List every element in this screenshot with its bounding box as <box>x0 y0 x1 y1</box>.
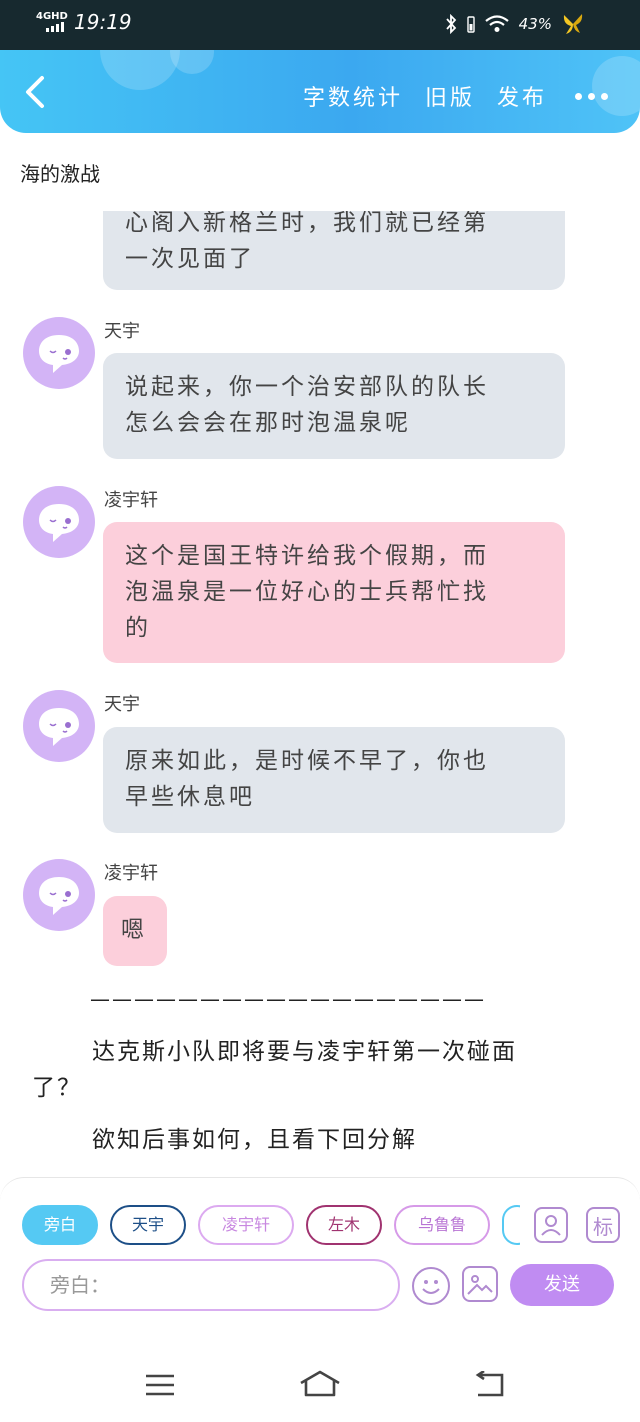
menu-icon[interactable] <box>144 1373 176 1397</box>
chat-face-icon <box>39 708 79 746</box>
dialogue-input[interactable]: 旁白： <box>22 1259 400 1311</box>
message-line: 嗯 <box>121 917 147 943</box>
battery-level: 43% <box>518 15 552 33</box>
speaker-name: 凌宇轩 <box>104 863 158 884</box>
header-actions: 字数统计 旧版 发布 <box>303 80 608 112</box>
avatar[interactable] <box>23 317 95 389</box>
butterfly-icon <box>563 14 583 34</box>
message-line: 一次见面了 <box>125 246 255 272</box>
avatar[interactable] <box>23 690 95 762</box>
speaker-name: 天宇 <box>104 694 140 715</box>
app-header: 字数统计 旧版 发布 <box>0 50 640 133</box>
chevron-left-icon <box>26 76 44 108</box>
send-button[interactable]: 发送 <box>510 1264 614 1306</box>
chip-zuomu[interactable]: 左木 <box>306 1205 383 1245</box>
message-line: 这个是国王特许给我个假期，而 <box>125 543 489 569</box>
chip-lingyuxuan[interactable]: 凌宇轩 <box>198 1205 295 1245</box>
person-card-icon <box>541 1215 561 1236</box>
more-dots-icon[interactable] <box>575 92 608 100</box>
avatar[interactable] <box>23 859 95 931</box>
wifi-icon <box>484 15 509 32</box>
publish-button[interactable]: 发布 <box>497 80 547 112</box>
message-bubble[interactable]: 心阁入新格兰时，我们就已经第 一次见面了 <box>103 211 565 290</box>
chat-face-icon <box>39 877 79 915</box>
narration-line: 了？ <box>32 1075 82 1101</box>
avatar[interactable] <box>23 486 95 558</box>
chat-face-icon <box>39 504 79 542</box>
home-icon[interactable] <box>298 1369 342 1399</box>
mark-button[interactable]: 标 <box>586 1207 620 1243</box>
chat-face-icon <box>39 335 79 373</box>
image-button[interactable] <box>462 1266 498 1302</box>
narration-line: 达克斯小队即将要与凌宇轩第一次碰面 <box>92 1039 517 1065</box>
status-icons: 43% <box>445 12 584 36</box>
chip-narrator[interactable]: 旁白 <box>22 1205 99 1245</box>
message-bubble[interactable]: 说起来，你一个治安部队的队长 怎么会会在那时泡温泉呢 <box>103 353 565 459</box>
back-button[interactable] <box>22 74 50 110</box>
narration-line: 欲知后事如何，且看下回分解 <box>92 1127 417 1153</box>
word-count-button[interactable]: 字数统计 <box>303 80 403 112</box>
speaker-name: 天宇 <box>104 321 140 342</box>
person-card-button[interactable] <box>534 1207 568 1243</box>
chip-wululu[interactable]: 乌鲁鲁 <box>394 1205 491 1245</box>
battery-small-icon <box>466 16 475 33</box>
message-line: 原来如此，是时候不早了，你也 <box>125 748 489 774</box>
message-bubble[interactable]: 原来如此，是时候不早了，你也 早些休息吧 <box>103 727 565 833</box>
chat-area[interactable]: 心阁入新格兰时，我们就已经第 一次见面了 天宇 说起来，你一个治安部队的队长 怎… <box>0 211 640 1177</box>
smiley-icon <box>422 1280 440 1294</box>
old-version-button[interactable]: 旧版 <box>425 80 475 112</box>
back-nav-icon[interactable] <box>472 1371 506 1399</box>
chip-more[interactable] <box>502 1205 520 1245</box>
emoji-button[interactable] <box>412 1267 450 1305</box>
status-bar: 4GHD 19:19 43% <box>0 0 640 50</box>
message-line: 怎么会会在那时泡温泉呢 <box>125 410 411 436</box>
signal-icon <box>46 22 64 32</box>
message-line: 的 <box>125 615 151 641</box>
speaker-name: 凌宇轩 <box>104 490 158 511</box>
chip-tianyu[interactable]: 天宇 <box>110 1205 187 1245</box>
message-line: 说起来，你一个治安部队的队长 <box>125 374 489 400</box>
system-nav-bar <box>0 1347 640 1422</box>
message-line: 早些休息吧 <box>125 784 255 810</box>
bluetooth-icon <box>445 14 456 34</box>
message-line: 心阁入新格兰时，我们就已经第 <box>125 211 489 236</box>
clock: 19:19 <box>74 10 132 34</box>
message-bubble[interactable]: 这个是国王特许给我个假期，而 泡温泉是一位好心的士兵帮忙找 的 <box>103 522 565 663</box>
network-type: 4GHD <box>36 11 68 22</box>
image-icon <box>467 1275 493 1295</box>
message-line: 泡温泉是一位好心的士兵帮忙找 <box>125 579 489 605</box>
message-bubble[interactable]: 嗯 <box>103 896 167 966</box>
section-divider: —————————————————— <box>90 987 486 1011</box>
story-title: 海的激战 <box>20 162 100 186</box>
character-chip-list[interactable]: 旁白 天宇 凌宇轩 左木 乌鲁鲁 <box>22 1205 520 1247</box>
composer-panel: 旁白 天宇 凌宇轩 左木 乌鲁鲁 标 旁白： 发送 <box>0 1177 640 1347</box>
